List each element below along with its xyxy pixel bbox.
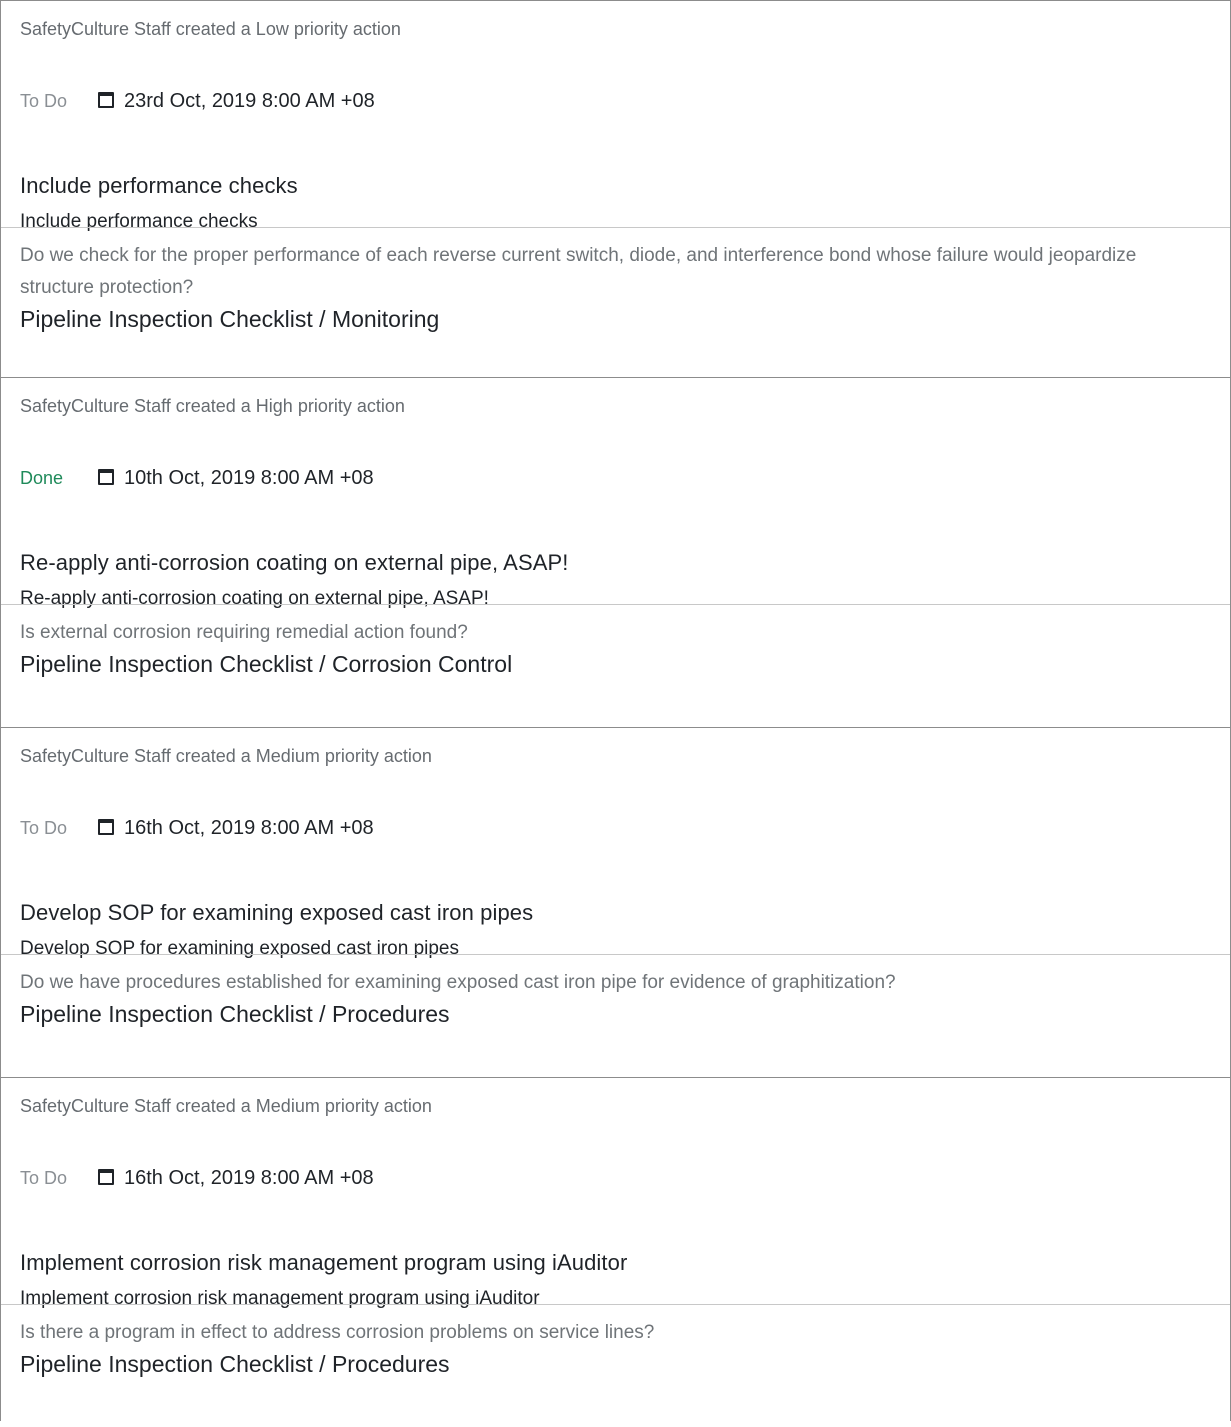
action-summary: SafetyCulture Staff created a Medium pri… [1, 728, 1230, 959]
action-summary: SafetyCulture Staff created a High prior… [1, 378, 1230, 609]
linked-question: Do we check for the proper performance o… [1, 227, 1230, 377]
action-card[interactable]: SafetyCulture Staff created a High prior… [0, 377, 1231, 727]
action-card[interactable]: SafetyCulture Staff created a Medium pri… [0, 727, 1231, 1077]
action-title[interactable]: Re-apply anti-corrosion coating on exter… [20, 550, 568, 576]
action-title[interactable]: Include performance checks [20, 173, 298, 199]
action-summary: SafetyCulture Staff created a Medium pri… [1, 1078, 1230, 1309]
inspection-source[interactable]: Pipeline Inspection Checklist / Procedur… [20, 1351, 1211, 1378]
due-date[interactable]: 10th Oct, 2019 8:00 AM +08 [124, 467, 374, 490]
calendar-icon [98, 469, 114, 485]
action-title[interactable]: Implement corrosion risk management prog… [20, 1250, 627, 1276]
status-row: To Do 16th Oct, 2019 8:00 AM +08 [20, 816, 374, 840]
action-creator: SafetyCulture Staff created a Medium pri… [20, 1096, 432, 1116]
action-creator: SafetyCulture Staff created a Medium pri… [20, 746, 432, 766]
question-text: Is external corrosion requiring remedial… [20, 622, 468, 643]
linked-question: Do we have procedures established for ex… [1, 954, 1230, 1077]
question-text: Is there a program in effect to address … [20, 1322, 655, 1343]
due-date[interactable]: 16th Oct, 2019 8:00 AM +08 [124, 817, 374, 840]
question-text: Do we check for the proper performance o… [20, 245, 1137, 298]
action-title[interactable]: Develop SOP for examining exposed cast i… [20, 900, 533, 926]
status-label[interactable]: To Do [20, 91, 98, 112]
calendar-icon [98, 819, 114, 835]
action-card[interactable]: SafetyCulture Staff created a Low priori… [0, 0, 1231, 377]
action-card[interactable]: SafetyCulture Staff created a Medium pri… [0, 1077, 1231, 1421]
inspection-source[interactable]: Pipeline Inspection Checklist / Corrosio… [20, 651, 1211, 678]
action-list: SafetyCulture Staff created a Low priori… [0, 0, 1231, 1421]
linked-question: Is there a program in effect to address … [1, 1304, 1230, 1421]
status-row: To Do 23rd Oct, 2019 8:00 AM +08 [20, 89, 375, 113]
action-creator: SafetyCulture Staff created a Low priori… [20, 19, 401, 39]
inspection-source[interactable]: Pipeline Inspection Checklist / Monitori… [20, 306, 1211, 333]
status-label[interactable]: To Do [20, 818, 98, 839]
due-date[interactable]: 23rd Oct, 2019 8:00 AM +08 [124, 90, 375, 113]
action-summary: SafetyCulture Staff created a Low priori… [1, 1, 1230, 232]
status-row: To Do 16th Oct, 2019 8:00 AM +08 [20, 1166, 374, 1190]
status-label[interactable]: Done [20, 468, 98, 489]
due-date[interactable]: 16th Oct, 2019 8:00 AM +08 [124, 1167, 374, 1190]
calendar-icon [98, 1169, 114, 1185]
calendar-icon [98, 92, 114, 108]
status-row: Done 10th Oct, 2019 8:00 AM +08 [20, 466, 374, 490]
linked-question: Is external corrosion requiring remedial… [1, 604, 1230, 727]
status-label[interactable]: To Do [20, 1168, 98, 1189]
action-creator: SafetyCulture Staff created a High prior… [20, 396, 405, 416]
inspection-source[interactable]: Pipeline Inspection Checklist / Procedur… [20, 1001, 1211, 1028]
question-text: Do we have procedures established for ex… [20, 972, 896, 993]
